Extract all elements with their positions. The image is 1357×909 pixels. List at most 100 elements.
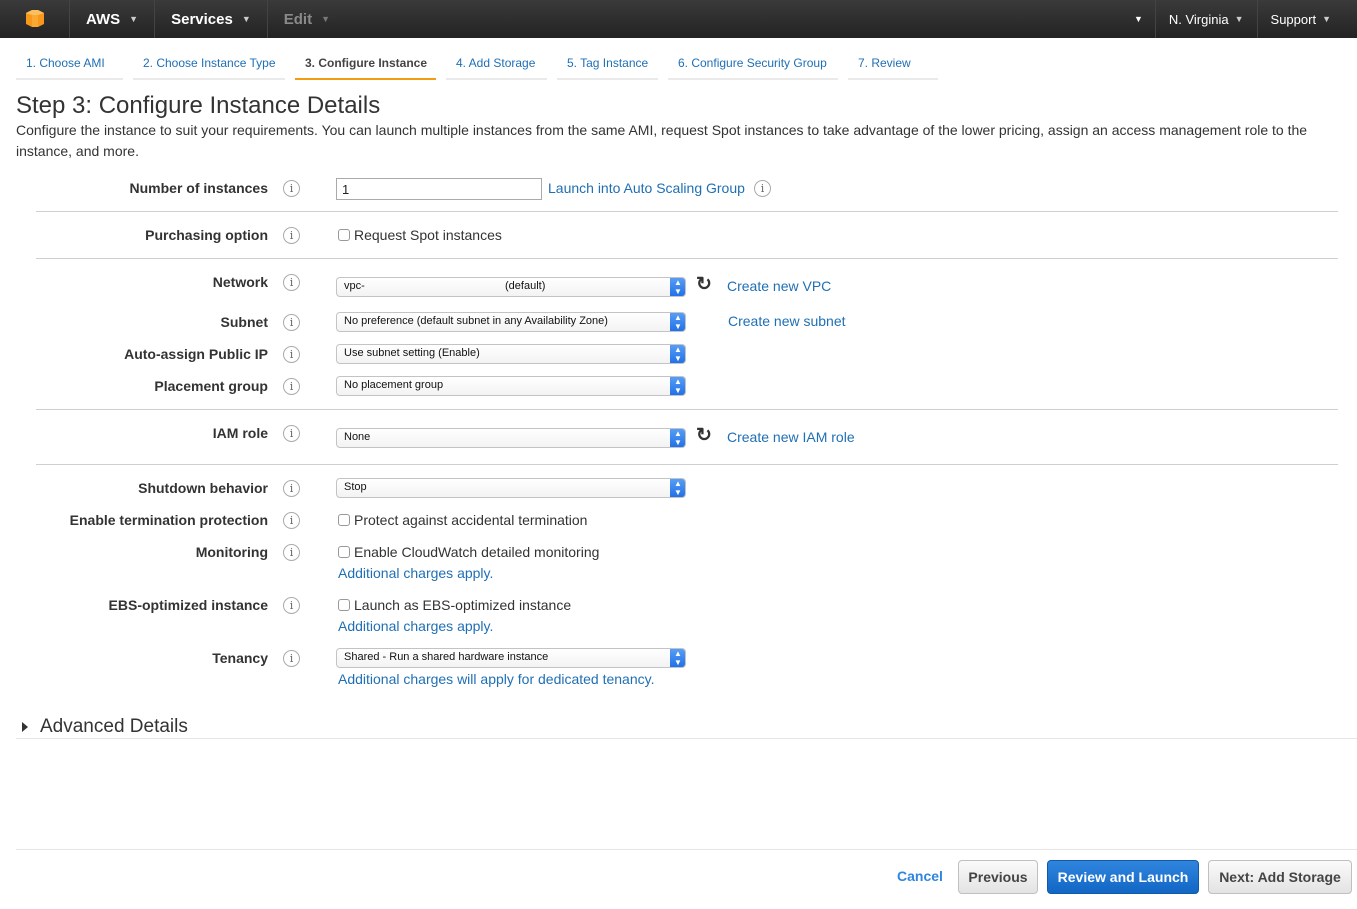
previous-button[interactable]: Previous	[958, 860, 1038, 894]
termination-protection-label: Protect against accidental termination	[354, 512, 588, 528]
nav-region-menu[interactable]: N. Virginia ▼	[1154, 0, 1257, 38]
label-auto-assign-ip: Auto-assign Public IP	[124, 346, 268, 362]
iam-role-select[interactable]: None ▲ ▼	[336, 428, 686, 448]
page-title: Step 3: Configure Instance Details	[16, 92, 381, 119]
tab-choose-instance-type[interactable]: 2. Choose Instance Type	[133, 50, 285, 80]
label-ebs-optimized: EBS-optimized instance	[108, 597, 268, 613]
next-add-storage-button[interactable]: Next: Add Storage	[1208, 860, 1352, 894]
advanced-details-label: Advanced Details	[40, 716, 188, 737]
row-iam-role: IAM role i None ▲ ▼ ↻ Create new IAM role	[0, 422, 1357, 448]
label-termination-protection: Enable termination protection	[69, 512, 268, 528]
nav-region-label: N. Virginia	[1168, 11, 1229, 27]
termination-protection-checkbox-row[interactable]: Protect against accidental termination	[338, 512, 587, 528]
info-icon[interactable]: i	[283, 544, 300, 561]
nav-support-label: Support	[1270, 11, 1317, 27]
info-icon[interactable]: i	[283, 650, 300, 667]
row-placement-group: Placement group i No placement group ▲ ▼	[0, 375, 1357, 399]
chevron-down-icon: ▼	[1234, 14, 1244, 24]
row-monitoring: Monitoring i Enable CloudWatch detailed …	[0, 541, 1357, 581]
select-arrows-icon: ▲ ▼	[670, 278, 685, 296]
monitoring-checkbox[interactable]	[338, 546, 350, 558]
label-purchasing-option: Purchasing option	[145, 227, 268, 243]
network-select-suffix: (default)	[505, 280, 546, 292]
tab-review[interactable]: 7. Review	[848, 50, 938, 80]
tenancy-select[interactable]: Shared - Run a shared hardware instance …	[336, 648, 686, 668]
row-subnet: Subnet i No preference (default subnet i…	[0, 311, 1357, 335]
ebs-optimized-checkbox-row[interactable]: Launch as EBS-optimized instance	[338, 597, 571, 613]
label-iam-role: IAM role	[212, 425, 268, 441]
info-icon[interactable]: i	[754, 180, 771, 197]
nav-account-menu[interactable]: ▼	[1113, 0, 1155, 38]
launch-auto-scaling-link[interactable]: Launch into Auto Scaling Group	[548, 180, 745, 196]
create-new-subnet-link[interactable]: Create new subnet	[728, 313, 846, 329]
aws-logo[interactable]	[0, 0, 70, 38]
nav-edit-label: Edit	[283, 10, 313, 28]
row-number-of-instances: Number of instances i Launch into Auto S…	[0, 177, 1357, 201]
info-icon[interactable]: i	[283, 512, 300, 529]
info-icon[interactable]: i	[283, 227, 300, 244]
refresh-iam-role-icon[interactable]: ↻	[696, 426, 716, 446]
request-spot-checkbox-row[interactable]: Request Spot instances	[338, 227, 502, 243]
review-and-launch-button[interactable]: Review and Launch	[1047, 860, 1199, 894]
caret-right-icon	[22, 722, 28, 732]
iam-role-value: None	[344, 431, 371, 443]
wizard-steps: 1. Choose AMI 2. Choose Instance Type 3.…	[16, 50, 948, 80]
create-new-iam-role-link[interactable]: Create new IAM role	[727, 429, 855, 445]
select-arrows-icon: ▲ ▼	[670, 479, 685, 497]
tab-choose-ami[interactable]: 1. Choose AMI	[16, 50, 123, 80]
tab-configure-instance[interactable]: 3. Configure Instance	[295, 50, 436, 80]
network-select[interactable]: vpc- (default) ▲ ▼	[336, 277, 686, 297]
tab-add-storage[interactable]: 4. Add Storage	[446, 50, 547, 80]
row-tenancy: Tenancy i Shared - Run a shared hardware…	[0, 647, 1357, 687]
nav-support-menu[interactable]: Support ▼	[1256, 0, 1357, 38]
label-placement-group: Placement group	[154, 378, 268, 394]
auto-assign-ip-value: Use subnet setting (Enable)	[344, 347, 480, 359]
subnet-select[interactable]: No preference (default subnet in any Ava…	[336, 312, 686, 332]
chevron-down-icon: ▼	[321, 14, 331, 24]
auto-assign-ip-select[interactable]: Use subnet setting (Enable) ▲ ▼	[336, 344, 686, 364]
info-icon[interactable]: i	[283, 425, 300, 442]
shutdown-behavior-select[interactable]: Stop ▲ ▼	[336, 478, 686, 498]
tab-tag-instance[interactable]: 5. Tag Instance	[557, 50, 658, 80]
placement-group-select[interactable]: No placement group ▲ ▼	[336, 376, 686, 396]
create-new-vpc-link[interactable]: Create new VPC	[727, 278, 831, 294]
row-ebs-optimized: EBS-optimized instance i Launch as EBS-o…	[0, 594, 1357, 634]
label-network: Network	[212, 274, 268, 290]
page-description: Configure the instance to suit your requ…	[16, 122, 1308, 159]
nav-aws-menu[interactable]: AWS ▼	[70, 0, 156, 38]
nav-services-menu[interactable]: Services ▼	[155, 0, 268, 38]
info-icon[interactable]: i	[283, 180, 300, 197]
info-icon[interactable]: i	[283, 378, 300, 395]
cancel-button[interactable]: Cancel	[897, 868, 943, 884]
monitoring-charges-link[interactable]: Additional charges apply.	[338, 565, 493, 581]
number-of-instances-input[interactable]	[336, 178, 542, 200]
tab-configure-security-group[interactable]: 6. Configure Security Group	[668, 50, 838, 80]
select-arrows-icon: ▲ ▼	[670, 313, 685, 331]
row-termination-protection: Enable termination protection i Protect …	[0, 509, 1357, 533]
subnet-select-value: No preference (default subnet in any Ava…	[344, 315, 608, 327]
info-icon[interactable]: i	[283, 274, 300, 291]
nav-edit-menu[interactable]: Edit ▼	[268, 0, 346, 38]
request-spot-checkbox[interactable]	[338, 229, 350, 241]
termination-protection-checkbox[interactable]	[338, 514, 350, 526]
info-icon[interactable]: i	[283, 480, 300, 497]
chevron-down-icon: ▼	[241, 14, 251, 24]
info-icon[interactable]: i	[283, 597, 300, 614]
chevron-down-icon: ▼	[1322, 14, 1331, 24]
monitoring-checkbox-label: Enable CloudWatch detailed monitoring	[354, 544, 600, 560]
ebs-optimized-checkbox[interactable]	[338, 599, 350, 611]
nav-aws-label: AWS	[86, 10, 121, 28]
section-divider	[36, 211, 1338, 212]
info-icon[interactable]: i	[283, 346, 300, 363]
ebs-charges-link[interactable]: Additional charges apply.	[338, 618, 493, 634]
ebs-optimized-checkbox-label: Launch as EBS-optimized instance	[354, 597, 572, 613]
footer-divider	[16, 849, 1357, 850]
label-monitoring: Monitoring	[195, 544, 268, 560]
row-network: Network i vpc- (default) ▲ ▼ ↻ Create new…	[0, 271, 1357, 297]
info-icon[interactable]: i	[283, 314, 300, 331]
advanced-details-toggle[interactable]: Advanced Details	[22, 716, 188, 738]
monitoring-checkbox-row[interactable]: Enable CloudWatch detailed monitoring	[338, 544, 599, 560]
top-navigation-bar: AWS ▼ Services ▼ Edit ▼ ▼ N. Virginia ▼ …	[0, 0, 1357, 38]
refresh-network-icon[interactable]: ↻	[696, 275, 716, 295]
dedicated-tenancy-charges-link[interactable]: Additional charges will apply for dedica…	[338, 671, 654, 687]
